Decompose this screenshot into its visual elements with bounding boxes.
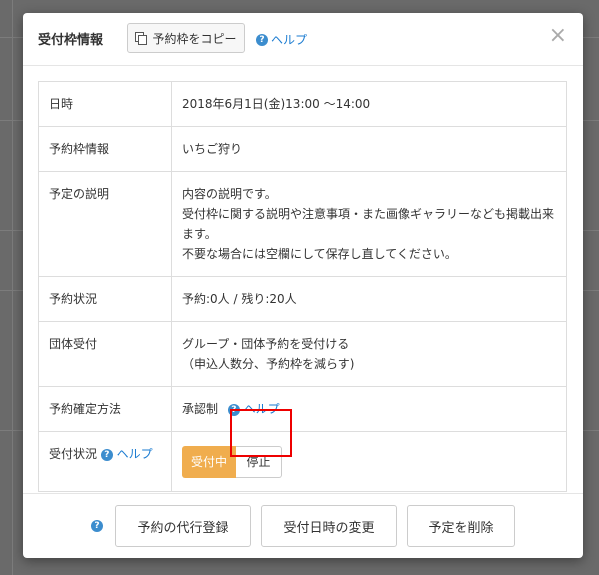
help-icon: ? xyxy=(256,33,268,46)
copy-slot-button[interactable]: 予約枠をコピー xyxy=(127,23,245,53)
description-line: ます。 xyxy=(182,227,217,241)
copy-slot-label: 予約枠をコピー xyxy=(152,31,237,46)
row-label: 団体受付 xyxy=(38,321,172,387)
row-value-datetime: 2018年6月1日(金)13:00 〜14:00 xyxy=(182,97,371,111)
header-help-label: ヘルプ xyxy=(271,33,308,47)
row-value-slot-info: いちご狩り xyxy=(171,126,567,172)
help-icon: ? xyxy=(100,448,113,461)
highlight-box xyxy=(230,409,292,457)
group-line: （申込人数分、予約枠を減らす) xyxy=(182,357,355,371)
proxy-register-button[interactable]: 予約の代行登録 xyxy=(115,505,251,547)
slot-info-modal: 受付枠情報 予約枠をコピー ? ヘルプ × 日時 2018年6月1日(金)13:… xyxy=(23,13,583,558)
row-label: 受付状況 xyxy=(49,447,98,461)
confirm-method-text: 承認制 xyxy=(182,402,219,416)
row-value-reservation-status: 予約:0人 / 残り:20人 xyxy=(171,276,567,322)
table-row: 受付状況 ? ヘルプ 受付中 停止 xyxy=(38,431,567,492)
row-label-reception-status: 受付状況 ? ヘルプ xyxy=(38,431,172,492)
row-label: 予約状況 xyxy=(38,276,172,322)
description-line: 不要な場合には空欄にして保存し直してください。 xyxy=(182,247,457,261)
description-line: 内容の説明です。 xyxy=(182,187,277,201)
info-table: 日時 2018年6月1日(金)13:00 〜14:00 予約枠情報 いちご狩り … xyxy=(38,81,567,492)
description-line: 受付枠に関する説明や注意事項・また画像ギャラリーなども掲載出来 xyxy=(182,207,555,221)
table-row: 予定の説明 内容の説明です。 受付枠に関する説明や注意事項・また画像ギャラリーな… xyxy=(38,171,567,277)
group-line: グループ・団体予約を受付ける xyxy=(182,337,350,351)
row-value-group: グループ・団体予約を受付ける （申込人数分、予約枠を減らす) xyxy=(171,321,567,387)
reception-help-label: ヘルプ xyxy=(116,447,153,461)
header-help-link[interactable]: ? ヘルプ xyxy=(256,31,307,48)
row-label: 日時 xyxy=(38,81,172,127)
delete-schedule-button[interactable]: 予定を削除 xyxy=(407,505,515,547)
modal-header: 受付枠情報 予約枠をコピー ? ヘルプ × xyxy=(23,13,583,66)
row-label: 予定の説明 xyxy=(38,171,172,277)
table-row: 日時 2018年6月1日(金)13:00 〜14:00 xyxy=(38,81,567,127)
row-value-description: 内容の説明です。 受付枠に関する説明や注意事項・また画像ギャラリーなども掲載出来… xyxy=(171,171,567,277)
row-label: 予約枠情報 xyxy=(38,126,172,172)
table-row: 予約確定方法 承認制 ? ヘルプ xyxy=(38,386,567,432)
modal-title: 受付枠情報 xyxy=(38,33,104,48)
modal-footer: ? 予約の代行登録 受付日時の変更 予定を削除 xyxy=(23,493,583,558)
table-row: 団体受付 グループ・団体予約を受付ける （申込人数分、予約枠を減らす) xyxy=(38,321,567,387)
reception-help-link[interactable]: ? ヘルプ xyxy=(100,447,153,461)
copy-icon xyxy=(135,32,148,45)
reception-active-button[interactable]: 受付中 xyxy=(182,446,236,478)
table-row: 予約状況 予約:0人 / 残り:20人 xyxy=(38,276,567,322)
help-icon[interactable]: ? xyxy=(91,520,103,532)
change-datetime-button[interactable]: 受付日時の変更 xyxy=(261,505,397,547)
table-row: 予約枠情報 いちご狩り xyxy=(38,126,567,172)
row-label: 予約確定方法 xyxy=(38,386,172,432)
close-icon[interactable]: × xyxy=(549,23,567,48)
